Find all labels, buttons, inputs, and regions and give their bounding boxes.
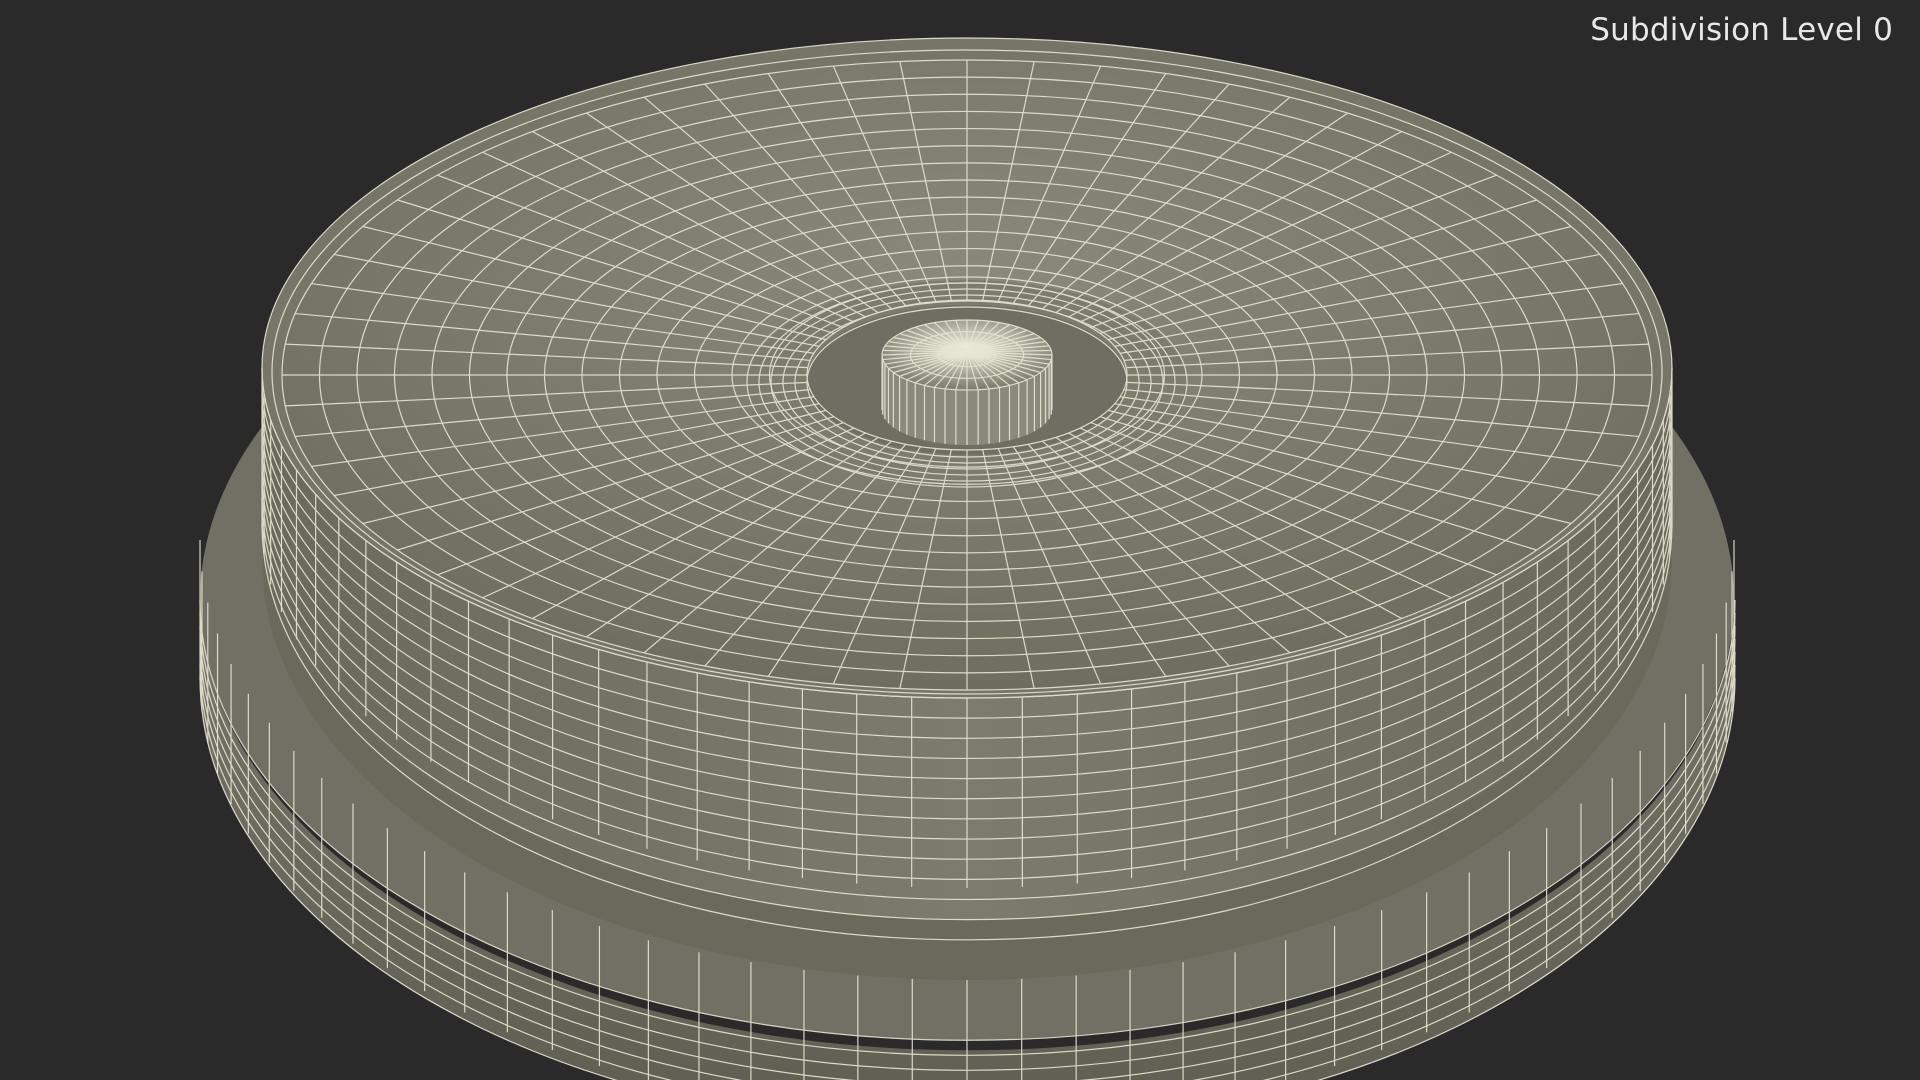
3d-viewport[interactable]: Subdivision Level 0 <box>0 0 1920 1080</box>
wireframe-model <box>199 37 1736 1080</box>
subdivision-level-label: Subdivision Level 0 <box>1590 12 1893 48</box>
